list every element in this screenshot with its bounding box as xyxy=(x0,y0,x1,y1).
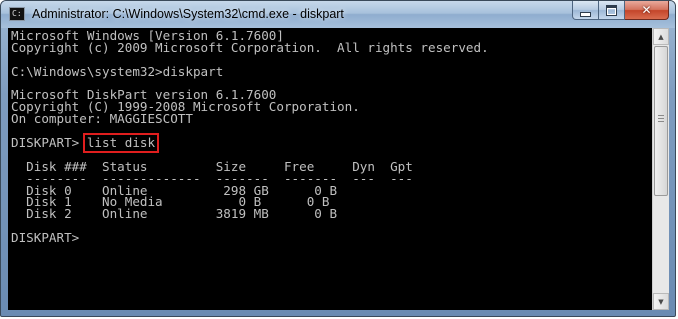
diskpart-prompt: DISKPART> xyxy=(11,135,87,151)
maximize-button[interactable] xyxy=(599,1,625,20)
minimize-button[interactable] xyxy=(572,1,599,20)
vertical-scrollbar[interactable]: ▲ ▼ xyxy=(652,28,669,310)
console-line: On computer: MAGGIESCOTT xyxy=(11,111,193,127)
console-line: Copyright (c) 2009 Microsoft Corporation… xyxy=(11,39,489,55)
command-prompt-icon[interactable]: C: xyxy=(9,7,25,21)
console-output[interactable]: Microsoft Windows [Version 6.1.7600] Cop… xyxy=(8,28,652,310)
scroll-down-button[interactable]: ▼ xyxy=(653,293,669,310)
close-button[interactable]: ✕ xyxy=(625,1,669,20)
final-prompt: DISKPART> xyxy=(11,230,87,246)
window-title: Administrator: C:\Windows\System32\cmd.e… xyxy=(32,7,344,21)
scroll-up-button[interactable]: ▲ xyxy=(653,28,669,45)
caption-buttons: ✕ xyxy=(572,1,669,21)
close-icon: ✕ xyxy=(641,3,652,17)
console-line: C:\Windows\system32>diskpart xyxy=(11,63,224,79)
scroll-up-arrow-icon: ▲ xyxy=(658,32,664,41)
cmd-window: C: Administrator: C:\Windows\System32\cm… xyxy=(0,0,676,317)
disk-table-row: Disk 2 Online 3819 MB 0 B xyxy=(11,206,338,222)
highlighted-command: list disk xyxy=(82,133,160,153)
title-bar[interactable]: C: Administrator: C:\Windows\System32\cm… xyxy=(1,1,675,28)
maximize-icon xyxy=(606,4,617,16)
scrollbar-grip-icon xyxy=(658,115,664,124)
minimize-icon xyxy=(580,11,591,17)
console-lines: Microsoft Windows [Version 6.1.7600] Cop… xyxy=(11,29,489,246)
scroll-down-arrow-icon: ▼ xyxy=(658,297,664,306)
command-line: DISKPART> list disk xyxy=(11,133,489,153)
scrollbar-thumb[interactable] xyxy=(654,46,668,196)
